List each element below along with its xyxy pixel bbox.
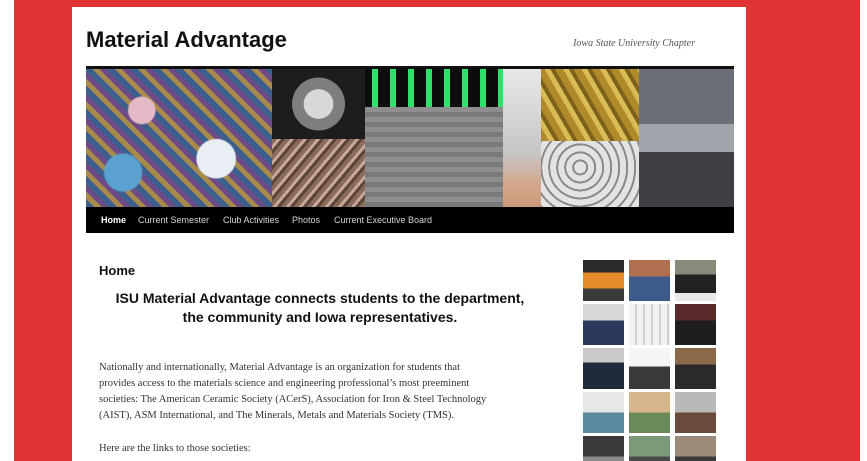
- gallery-thumb-group-formal[interactable]: [675, 304, 716, 345]
- gallery-thumb-poster[interactable]: [629, 304, 670, 345]
- site-tagline: Iowa State University Chapter: [573, 38, 695, 49]
- paragraph-line: (AIST), ASM International, and The Miner…: [99, 410, 454, 421]
- gallery-thumb-activity[interactable]: [675, 436, 716, 461]
- paragraph-line: provides access to the materials science…: [99, 378, 470, 389]
- nav-item-club-activities[interactable]: Club Activities: [223, 215, 279, 225]
- banner-green-fibers: [365, 69, 503, 107]
- nav-item-home[interactable]: Home: [101, 215, 126, 225]
- banner-sample-disc: [272, 69, 365, 139]
- gallery-thumb-poster-presenter[interactable]: [583, 304, 624, 345]
- header-banner-image: [86, 66, 734, 207]
- gallery-thumb-outdoor[interactable]: [629, 392, 670, 433]
- gallery-thumb-lecture[interactable]: [629, 348, 670, 389]
- links-intro-text: Here are the links to those societies:: [99, 443, 251, 454]
- banner-micrograph-grain: [272, 139, 365, 207]
- page-tagline-line-2: the community and Iowa representatives.: [182, 309, 458, 325]
- paragraph-line: societies: The American Ceramic Society …: [99, 394, 487, 405]
- gallery-thumb-people-event[interactable]: [675, 348, 716, 389]
- paragraph-line: Nationally and internationally, Material…: [99, 362, 460, 373]
- gallery-thumb-classroom[interactable]: [583, 392, 624, 433]
- nav-item-current-executive-board[interactable]: Current Executive Board: [334, 215, 432, 225]
- gallery-thumb-tree[interactable]: [629, 436, 670, 461]
- gallery-thumb-group-indoor[interactable]: [583, 348, 624, 389]
- banner-gray-surface: [365, 107, 503, 207]
- site-title[interactable]: Material Advantage: [86, 27, 287, 53]
- page-heading: Home: [99, 263, 136, 278]
- intro-paragraph: Nationally and internationally, Material…: [99, 360, 554, 424]
- nav-item-current-semester[interactable]: Current Semester: [138, 215, 209, 225]
- main-navigation: Home Current Semester Club Activities Ph…: [86, 207, 734, 233]
- gallery-thumb-person-suit[interactable]: [675, 260, 716, 301]
- gallery-thumb-group-partial[interactable]: [583, 436, 624, 461]
- gallery-thumb-group-orange[interactable]: [583, 260, 624, 301]
- banner-glass-tube: [503, 69, 541, 207]
- page-container: Material Advantage Iowa State University…: [72, 7, 746, 461]
- page-tagline: ISU Material Advantage connects students…: [105, 289, 535, 327]
- page-tagline-line-1: ISU Material Advantage connects students…: [115, 290, 525, 306]
- banner-micrograph-crystal: [86, 69, 272, 207]
- banner-gold-flakes: [541, 69, 639, 141]
- banner-micrograph-cells: [541, 141, 639, 207]
- gallery-thumb-person-presenting[interactable]: [629, 260, 670, 301]
- banner-lab-photo: [639, 69, 734, 207]
- nav-item-photos[interactable]: Photos: [292, 215, 320, 225]
- gallery-thumb-lab[interactable]: [675, 392, 716, 433]
- photo-gallery: [583, 260, 718, 461]
